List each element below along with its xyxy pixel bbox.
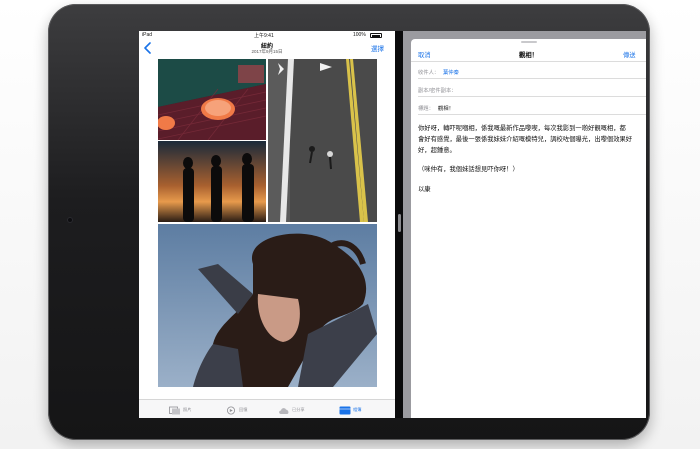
memories-icon <box>227 406 235 414</box>
subject-label: 標題： <box>418 106 434 112</box>
send-button[interactable]: 傳送 <box>623 50 636 59</box>
album-date: 2017年9月15日 <box>251 49 283 54</box>
photos-icon <box>169 406 180 414</box>
sheet-grabber[interactable] <box>521 40 537 43</box>
photo-grapefruit[interactable] <box>158 59 266 140</box>
to-field[interactable]: 收件人： 葉仲秦 <box>418 63 646 79</box>
select-button[interactable]: 選擇 <box>371 43 384 53</box>
ipad-device: iPad 上午9:41 100% 紐約 2017年9月15日 選擇 照片 回憶 … <box>48 4 650 440</box>
shared-cloud-icon <box>279 407 289 414</box>
body-line-4[interactable]: （咪仲有，我個妹話想見吓你呀！） <box>418 165 642 176</box>
photo-silhouettes-sunset[interactable] <box>158 141 266 222</box>
body-line-1[interactable]: 你好呀，轉吓呢嗰相，係我嘅最新作品嚟喫，每次我影到一啲好靚嘅相，都 <box>418 124 642 135</box>
mail-compose-sheet: 取消 觀相！ 傳送 收件人： 葉仲秦 副本/密件副本： 標題： 觀相！ 你好呀，… <box>411 39 646 418</box>
body-signoff[interactable]: 以康 <box>418 185 642 196</box>
tab-albums[interactable]: 相簿 <box>339 403 361 417</box>
tab-shared-label: 已分享 <box>292 407 305 412</box>
photo-street-aerial[interactable] <box>268 59 377 222</box>
tab-memories-label: 回憶 <box>239 407 248 412</box>
front-camera <box>67 217 73 223</box>
subject-field[interactable]: 標題： 觀相！ <box>418 99 646 115</box>
tab-shared[interactable]: 已分享 <box>278 403 305 417</box>
album-nav-bar: 紐約 2017年9月15日 選擇 <box>139 39 395 59</box>
battery-icon <box>370 32 382 38</box>
tab-albums-label: 相簿 <box>353 407 362 412</box>
compose-header: 取消 觀相！ 傳送 <box>411 44 646 62</box>
carrier-label: iPad <box>142 32 153 38</box>
tab-memories[interactable]: 回憶 <box>225 403 247 417</box>
cc-bcc-label: 副本/密件副本： <box>418 88 457 94</box>
status-time: 上午9:41 <box>254 33 274 39</box>
photo-woman-portrait[interactable] <box>158 224 377 387</box>
tab-photos-label: 照片 <box>183 407 192 412</box>
battery-percent: 100% <box>353 32 366 38</box>
split-view-handle[interactable] <box>397 214 401 232</box>
compose-title: 觀相！ <box>519 52 538 59</box>
to-label: 收件人： <box>418 70 440 76</box>
mail-app-pane: 取消 觀相！ 傳送 收件人： 葉仲秦 副本/密件副本： 標題： 觀相！ 你好呀，… <box>403 31 646 418</box>
body-line-2[interactable]: 會好有感覺，最後一張係我妹妹介紹嘅模特兒，調校咗個曝光，出嚟個效果好 <box>418 135 642 146</box>
photos-tab-bar: 照片 回憶 已分享 相簿 <box>139 399 395 418</box>
status-bar: iPad 上午9:41 100% <box>139 31 395 39</box>
subject-value[interactable]: 觀相！ <box>438 104 454 112</box>
cc-bcc-field[interactable]: 副本/密件副本： <box>418 81 646 97</box>
tab-photos[interactable]: 照片 <box>169 403 191 417</box>
split-view-divider[interactable] <box>395 31 403 418</box>
body-line-3[interactable]: 好，超鍾意。 <box>418 146 642 157</box>
ipad-screen: iPad 上午9:41 100% 紐約 2017年9月15日 選擇 照片 回憶 … <box>139 31 646 418</box>
photos-app-pane: iPad 上午9:41 100% 紐約 2017年9月15日 選擇 照片 回憶 … <box>139 31 395 418</box>
product-shot: iPad 上午9:41 100% 紐約 2017年9月15日 選擇 照片 回憶 … <box>0 0 700 449</box>
to-recipient[interactable]: 葉仲秦 <box>443 68 459 76</box>
albums-icon <box>339 406 351 414</box>
